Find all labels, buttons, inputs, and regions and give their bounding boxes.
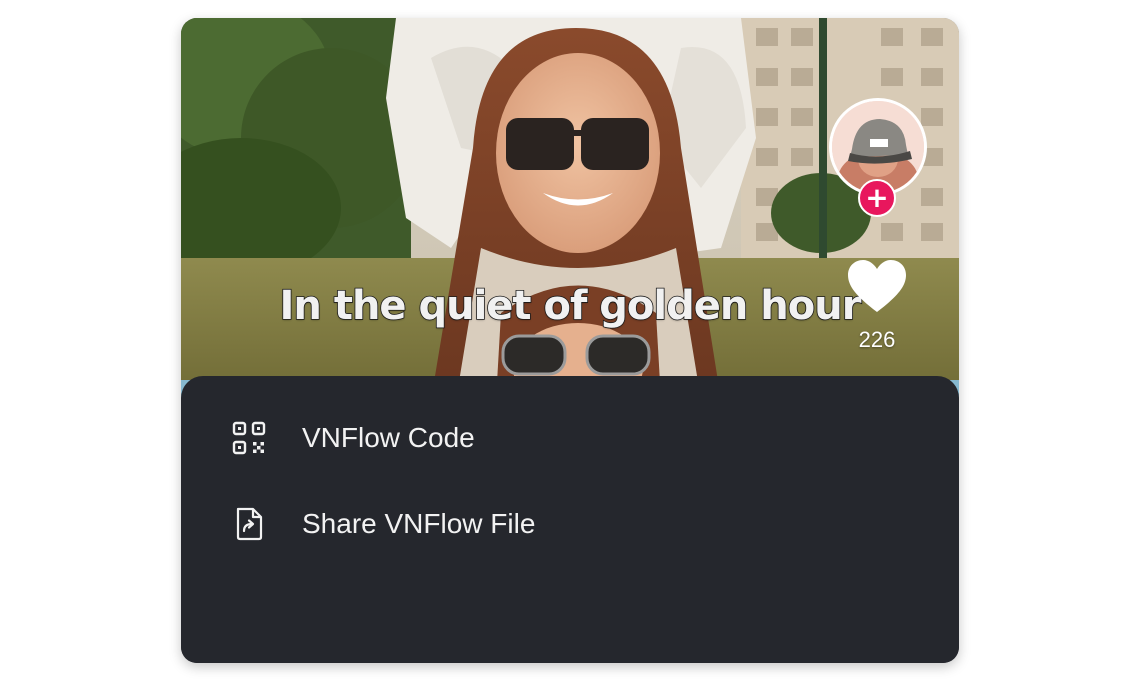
menu-item-share-vnflow-file[interactable]: Share VNFlow File [181,494,959,554]
video-player[interactable]: In the quiet of golden hour + 226 [181,18,959,400]
creator-avatar-group: + [829,98,927,217]
qr-code-icon [232,421,266,455]
heart-icon [848,260,906,312]
follow-button[interactable]: + [858,179,896,217]
like-button[interactable] [846,258,908,314]
share-sheet: VNFlow Code Share VNFlow File [181,376,959,663]
menu-item-label: Share VNFlow File [302,508,536,539]
share-file-icon [236,507,263,541]
menu-item-label: VNFlow Code [302,422,475,453]
video-card: In the quiet of golden hour + 226 VNFlow… [181,18,959,663]
video-caption: In the quiet of golden hour [279,282,862,330]
menu-item-vnflow-code[interactable]: VNFlow Code [181,408,959,468]
plus-icon: + [865,181,889,214]
like-count: 226 [858,327,896,352]
